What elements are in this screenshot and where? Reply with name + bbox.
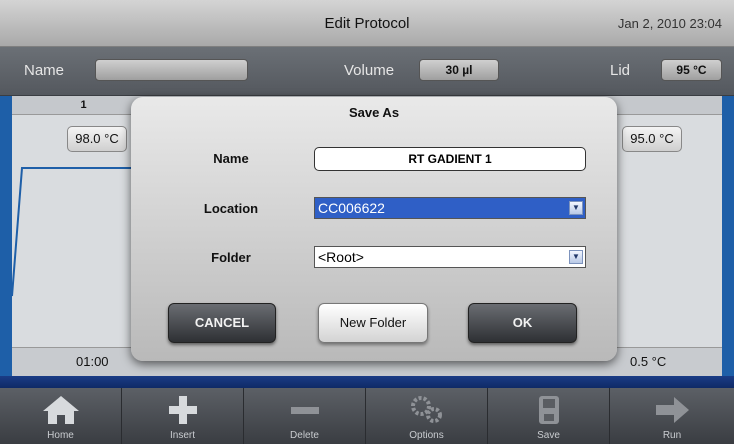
- folder-label: Folder: [211, 250, 251, 265]
- delete-button[interactable]: Delete: [244, 388, 366, 444]
- folder-select[interactable]: <Root> ▼: [314, 246, 586, 268]
- home-button[interactable]: Home: [0, 388, 122, 444]
- volume-field[interactable]: 30 µl: [419, 59, 499, 81]
- lid-temp-field[interactable]: 95 °C: [661, 59, 722, 81]
- location-value: CC006622: [318, 200, 385, 216]
- new-folder-button[interactable]: New Folder: [318, 303, 428, 343]
- save-as-dialog: Save As Name RT GADIENT 1 Location CC006…: [131, 97, 617, 361]
- insert-button[interactable]: Insert: [122, 388, 244, 444]
- location-select[interactable]: CC006622 ▼: [314, 197, 586, 219]
- left-stripe: [0, 96, 12, 376]
- folder-value: <Root>: [318, 249, 364, 265]
- cancel-button[interactable]: CANCEL: [168, 303, 276, 343]
- minus-icon: [290, 407, 319, 414]
- toolbar-label: Insert: [169, 430, 195, 441]
- options-button[interactable]: Options: [366, 388, 488, 444]
- step-rate[interactable]: 0.5 °C: [630, 348, 666, 376]
- toolbar-label: Save: [537, 430, 560, 441]
- bottom-toolbar: Home Insert Delete Options Save Run: [0, 388, 734, 444]
- datetime: Jan 2, 2010 23:04: [617, 16, 722, 31]
- ok-button[interactable]: OK: [468, 303, 577, 343]
- protocol-bottom-bar: [0, 376, 734, 388]
- parameter-bar: Name Volume 30 µl Lid 95 °C: [0, 47, 734, 96]
- chevron-down-icon[interactable]: ▼: [569, 250, 583, 264]
- toolbar-label: Home: [47, 430, 74, 441]
- name-label: Name: [24, 62, 65, 79]
- name-label: Name: [213, 151, 249, 166]
- run-button[interactable]: Run: [610, 388, 734, 444]
- plus-icon: [168, 396, 197, 424]
- gears-icon: [410, 396, 442, 423]
- step-time[interactable]: 01:00: [76, 348, 109, 376]
- protocol-name-field[interactable]: [95, 59, 248, 81]
- arrow-right-icon: [656, 397, 689, 423]
- dialog-title: Save As: [348, 105, 400, 120]
- toolbar-label: Run: [662, 430, 682, 441]
- volume-label: Volume: [344, 62, 395, 79]
- name-input[interactable]: RT GADIENT 1: [314, 147, 586, 171]
- right-stripe: [722, 96, 734, 376]
- home-icon: [42, 396, 79, 424]
- save-icon: [538, 396, 559, 424]
- location-label: Location: [203, 201, 259, 216]
- chevron-down-icon[interactable]: ▼: [569, 201, 583, 215]
- lid-label: Lid: [610, 62, 631, 79]
- title-bar: Edit Protocol Jan 2, 2010 23:04: [0, 0, 734, 47]
- save-button[interactable]: Save: [488, 388, 610, 444]
- toolbar-label: Options: [409, 430, 444, 441]
- toolbar-label: Delete: [290, 430, 319, 441]
